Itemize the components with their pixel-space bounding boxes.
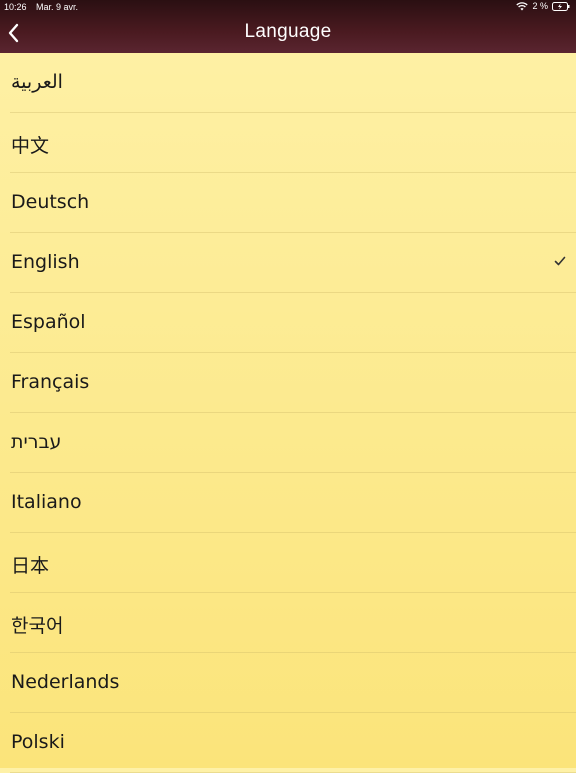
status-time: 10:26 — [4, 2, 27, 12]
battery-percentage: 2 % — [532, 1, 548, 11]
language-item-german[interactable]: Deutsch — [10, 173, 576, 233]
language-item-polish[interactable]: Polski — [10, 713, 576, 773]
language-item-arabic[interactable]: العربية — [10, 53, 576, 113]
language-label: English — [11, 251, 80, 273]
language-label: Français — [11, 371, 90, 393]
language-label: Deutsch — [11, 191, 90, 213]
language-item-hebrew[interactable]: עברית — [10, 413, 576, 473]
page-title: Language — [244, 21, 332, 42]
language-item-english[interactable]: English — [10, 233, 576, 293]
app-header: 10:26 Mar. 9 avr. 2 % Language — [0, 0, 576, 53]
language-item-dutch[interactable]: Nederlands — [10, 653, 576, 713]
language-list: العربية 中文 Deutsch English Español Franç… — [0, 53, 576, 773]
language-item-french[interactable]: Français — [10, 353, 576, 413]
language-item-spanish[interactable]: Español — [10, 293, 576, 353]
status-date: Mar. 9 avr. — [36, 2, 79, 12]
language-label: Italiano — [11, 491, 82, 513]
language-item-chinese[interactable]: 中文 — [10, 113, 576, 173]
language-label: Español — [11, 311, 86, 333]
language-label: 日本 — [11, 555, 50, 577]
language-item-italian[interactable]: Italiano — [10, 473, 576, 533]
language-label: Polski — [11, 731, 65, 753]
language-item-korean[interactable]: 한국어 — [10, 593, 576, 653]
checkmark-icon — [554, 256, 566, 266]
battery-charging-icon — [552, 1, 570, 11]
language-label: العربية — [11, 71, 63, 93]
wifi-icon — [516, 1, 529, 11]
language-item-japanese[interactable]: 日本 — [10, 533, 576, 593]
language-label: עברית — [11, 431, 62, 453]
language-label: Nederlands — [11, 671, 120, 693]
language-label: 한국어 — [11, 615, 64, 637]
language-label: 中文 — [11, 135, 50, 157]
status-indicators: 2 % — [516, 1, 570, 11]
status-bar: 10:26 Mar. 9 avr. 2 % — [0, 0, 576, 16]
navigation-bar: Language — [0, 16, 576, 53]
